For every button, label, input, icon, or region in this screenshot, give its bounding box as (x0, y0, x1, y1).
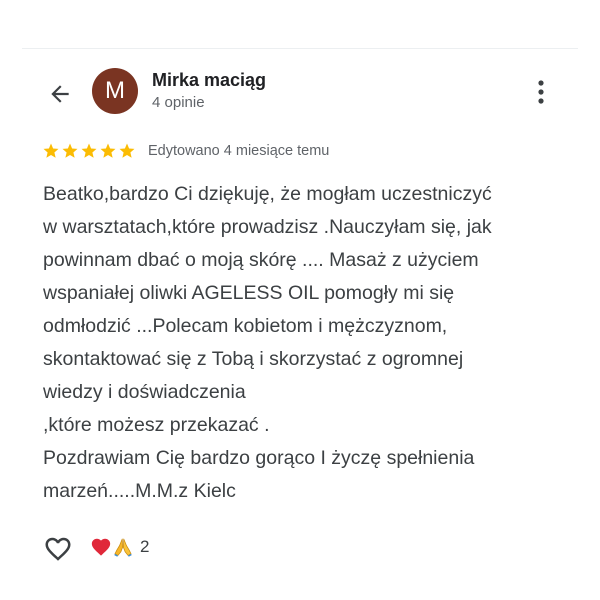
top-divider (22, 48, 578, 49)
rating-row: Edytowano 4 miesiące temu (42, 142, 329, 160)
reaction-count: 2 (140, 537, 150, 556)
more-options-button[interactable] (526, 74, 556, 110)
reactions[interactable]: 2 (90, 536, 149, 558)
user-name[interactable]: Mirka maciąg (152, 70, 266, 91)
back-button[interactable] (42, 76, 78, 112)
arrow-back-icon (51, 85, 69, 103)
star-icon (43, 143, 59, 158)
avatar-letter: M (105, 77, 125, 104)
review-text: Beatko,bardzo Ci dziękuję, że mogłam ucz… (43, 183, 492, 502)
heart-outline-icon (45, 537, 71, 561)
folded-hands-icon (114, 538, 132, 557)
like-button[interactable] (42, 533, 74, 565)
more-vert-icon (538, 80, 544, 104)
star-rating (42, 142, 136, 160)
edited-timestamp: Edytowano 4 miesiące temu (148, 143, 330, 159)
star-icon (81, 143, 97, 158)
star-icon (119, 143, 135, 158)
avatar[interactable]: M (92, 68, 138, 114)
star-icon (100, 143, 116, 158)
heart-icon (91, 538, 111, 556)
star-icon (62, 143, 78, 158)
review-count: 4 opinie (152, 94, 205, 111)
